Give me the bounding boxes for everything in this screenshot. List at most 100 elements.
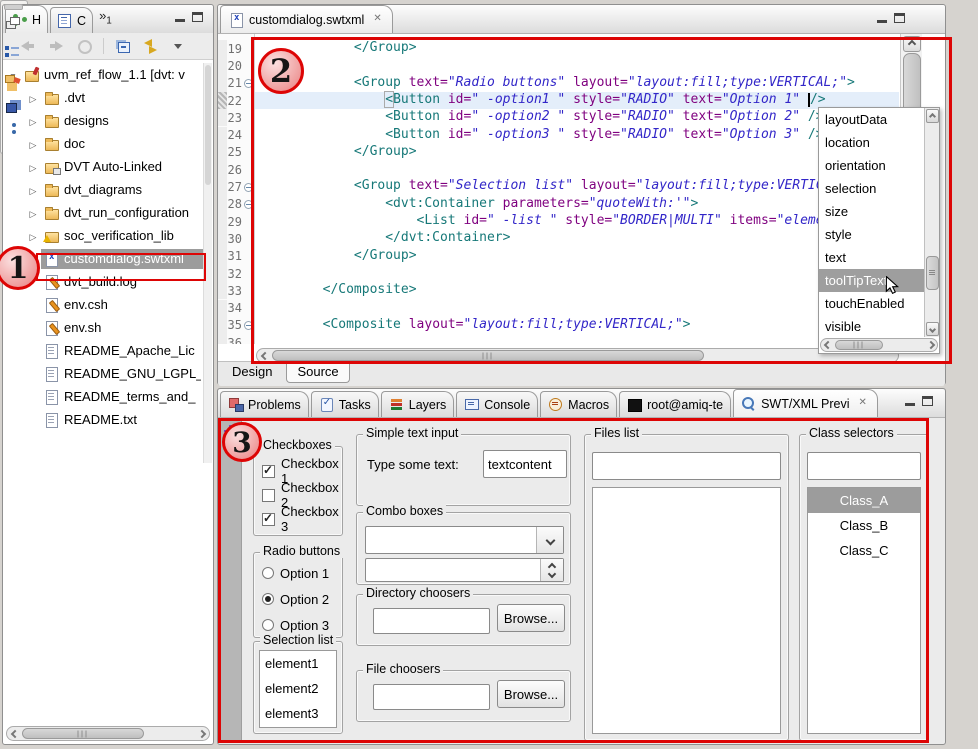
radio-icon[interactable] bbox=[262, 567, 274, 579]
tab-layers[interactable]: Layers bbox=[381, 391, 455, 417]
code-line-29[interactable]: <List id=" -list " style="BORDER|MULTI" … bbox=[255, 213, 899, 230]
files-filter-input[interactable] bbox=[592, 452, 781, 480]
radio-icon[interactable] bbox=[262, 619, 274, 631]
scrollbar-thumb[interactable] bbox=[926, 256, 939, 290]
spinner-arrows-icon[interactable] bbox=[540, 559, 563, 581]
tab-root-amiq-te[interactable]: root@amiq-te bbox=[619, 391, 731, 417]
radio-row-3[interactable]: Option 3 bbox=[262, 615, 340, 635]
autocomplete-list[interactable]: layoutDatalocationorientationselectionsi… bbox=[819, 108, 925, 337]
scrollbar-thumb[interactable] bbox=[835, 340, 883, 350]
tab-source[interactable]: Source bbox=[286, 361, 349, 383]
code-line-23[interactable]: <Button id=" -option2 " style="RADIO" te… bbox=[255, 109, 899, 126]
scroll-right-icon[interactable] bbox=[194, 727, 209, 740]
scroll-down-icon[interactable] bbox=[926, 322, 939, 336]
checkbox-icon[interactable] bbox=[262, 489, 275, 502]
fold-collapse-icon[interactable] bbox=[244, 200, 253, 209]
maximize-icon[interactable] bbox=[922, 396, 933, 406]
dropdown-arrow-icon[interactable] bbox=[536, 527, 563, 553]
fold-collapse-icon[interactable] bbox=[244, 183, 253, 192]
tree-item-dvt-auto-linked[interactable]: DVT Auto-Linked bbox=[3, 155, 204, 178]
code-line-22[interactable]: <Button id=" -option1 " style="RADIO" te… bbox=[255, 92, 899, 109]
up-icon[interactable] bbox=[75, 38, 93, 54]
fold-collapse-icon[interactable] bbox=[244, 321, 253, 330]
checkbox-icon[interactable] bbox=[262, 465, 275, 478]
list-item-element2[interactable]: element2 bbox=[260, 676, 336, 701]
scroll-up-icon[interactable] bbox=[903, 36, 921, 52]
code-line-26[interactable] bbox=[255, 161, 899, 178]
list-item-class-b[interactable]: Class_B bbox=[808, 513, 920, 538]
expand-arrow-icon[interactable] bbox=[25, 228, 41, 243]
tree-item-env.csh[interactable]: env.csh bbox=[3, 293, 204, 316]
outline-view-icon[interactable] bbox=[5, 44, 23, 60]
tab-design[interactable]: Design bbox=[222, 362, 282, 382]
tree-item-.dvt[interactable]: .dvt bbox=[3, 86, 204, 109]
tree-item-uvm-ref-flow-1.1-dvt-v[interactable]: uvm_ref_flow_1.1 [dvt: v bbox=[3, 63, 204, 86]
forward-icon[interactable] bbox=[47, 38, 65, 54]
list-item-element3[interactable]: element3 bbox=[260, 701, 336, 726]
directory-browse-button[interactable]: Browse... bbox=[497, 604, 565, 632]
tree-item-dvt-build.log[interactable]: dvt_build.log bbox=[3, 270, 204, 293]
tree-item-readme-terms-and-[interactable]: README_terms_and_ bbox=[3, 385, 204, 408]
list-item-class-a[interactable]: Class_A bbox=[808, 488, 920, 513]
radio-icon[interactable] bbox=[262, 593, 274, 605]
code-line-24[interactable]: <Button id=" -option3 " style="RADIO" te… bbox=[255, 127, 899, 144]
minimize-icon[interactable] bbox=[905, 403, 915, 406]
link-with-editor-icon[interactable] bbox=[142, 38, 160, 54]
tab-checks[interactable]: C bbox=[50, 7, 93, 33]
checkbox-row-1[interactable]: Checkbox 1 bbox=[262, 461, 340, 481]
tree-item-designs[interactable]: designs bbox=[3, 109, 204, 132]
tree-item-soc-verification-lib[interactable]: soc_verification_lib bbox=[3, 224, 204, 247]
expand-arrow-icon[interactable] bbox=[25, 113, 41, 128]
code-line-33[interactable]: </Composite> bbox=[255, 282, 899, 299]
file-input[interactable] bbox=[373, 684, 490, 710]
tab-tasks[interactable]: Tasks bbox=[311, 391, 379, 417]
expand-arrow-icon[interactable] bbox=[25, 182, 41, 197]
radio-row-2[interactable]: Option 2 bbox=[262, 589, 340, 609]
expand-arrow-icon[interactable] bbox=[25, 159, 41, 174]
scroll-up-icon[interactable] bbox=[926, 109, 939, 123]
tab-overflow-indicator[interactable]: »1 bbox=[99, 8, 112, 27]
combo-box-2[interactable] bbox=[365, 558, 564, 582]
code-area[interactable]: 192021222324252627282930313233343536 </G… bbox=[218, 34, 899, 344]
tree-item-readme-apache-lic[interactable]: README_Apache_Lic bbox=[3, 339, 204, 362]
tree-item-readme-gnu-lgpl-[interactable]: README_GNU_LGPL_ bbox=[3, 362, 204, 385]
more-views-icon[interactable] bbox=[5, 122, 23, 138]
tree-item-doc[interactable]: doc bbox=[3, 132, 204, 155]
file-browse-button[interactable]: Browse... bbox=[497, 680, 565, 708]
tree-item-readme.txt[interactable]: README.txt bbox=[3, 408, 204, 431]
tree-item-env.sh[interactable]: env.sh bbox=[3, 316, 204, 339]
combo-box-1[interactable] bbox=[365, 526, 564, 554]
checkbox-icon[interactable] bbox=[262, 513, 275, 526]
drag-handle[interactable] bbox=[4, 4, 23, 10]
linked-resources-icon[interactable] bbox=[5, 74, 23, 90]
checkbox-row-2[interactable]: Checkbox 2 bbox=[262, 485, 340, 505]
popup-horizontal-scrollbar[interactable] bbox=[820, 338, 938, 352]
code-line-36[interactable] bbox=[255, 334, 899, 344]
tab-swt-xml-previ[interactable]: SWT/XML Previ bbox=[733, 389, 877, 417]
tab-customdialog-swtxml[interactable]: customdialog.swtxml bbox=[220, 5, 393, 33]
editor-code-lines[interactable]: </Group> <Group text="Radio buttons" lay… bbox=[255, 34, 899, 344]
radio-row-1[interactable]: Option 1 bbox=[262, 563, 340, 583]
tab-macros[interactable]: Macros bbox=[540, 391, 617, 417]
close-icon[interactable] bbox=[373, 14, 384, 25]
close-icon[interactable] bbox=[859, 398, 870, 409]
tree-horizontal-scrollbar[interactable] bbox=[6, 726, 210, 741]
tab-console[interactable]: Console bbox=[456, 391, 538, 417]
list-item-class-c[interactable]: Class_C bbox=[808, 538, 920, 563]
class-selectors-list[interactable]: Class_AClass_BClass_C bbox=[807, 487, 921, 734]
popup-item-visible[interactable]: visible bbox=[819, 315, 925, 337]
text-input[interactable] bbox=[483, 450, 567, 478]
tab-problems[interactable]: Problems bbox=[220, 391, 309, 417]
checkbox-row-3[interactable]: Checkbox 3 bbox=[262, 509, 340, 529]
collapse-all-icon[interactable] bbox=[114, 38, 132, 54]
maximize-icon[interactable] bbox=[192, 12, 203, 22]
files-list[interactable] bbox=[592, 487, 781, 734]
code-line-25[interactable]: </Group> bbox=[255, 144, 899, 161]
scroll-left-icon[interactable] bbox=[821, 339, 834, 351]
expand-arrow-icon[interactable] bbox=[25, 205, 41, 220]
code-line-35[interactable]: <Composite layout="layout:fill;type:VERT… bbox=[255, 317, 899, 334]
scrollbar-thumb[interactable] bbox=[22, 728, 144, 739]
popup-vertical-scrollbar[interactable] bbox=[924, 108, 939, 337]
code-line-27[interactable]: <Group text="Selection list" layout="lay… bbox=[255, 178, 899, 195]
code-line-19[interactable]: </Group> bbox=[255, 40, 899, 57]
